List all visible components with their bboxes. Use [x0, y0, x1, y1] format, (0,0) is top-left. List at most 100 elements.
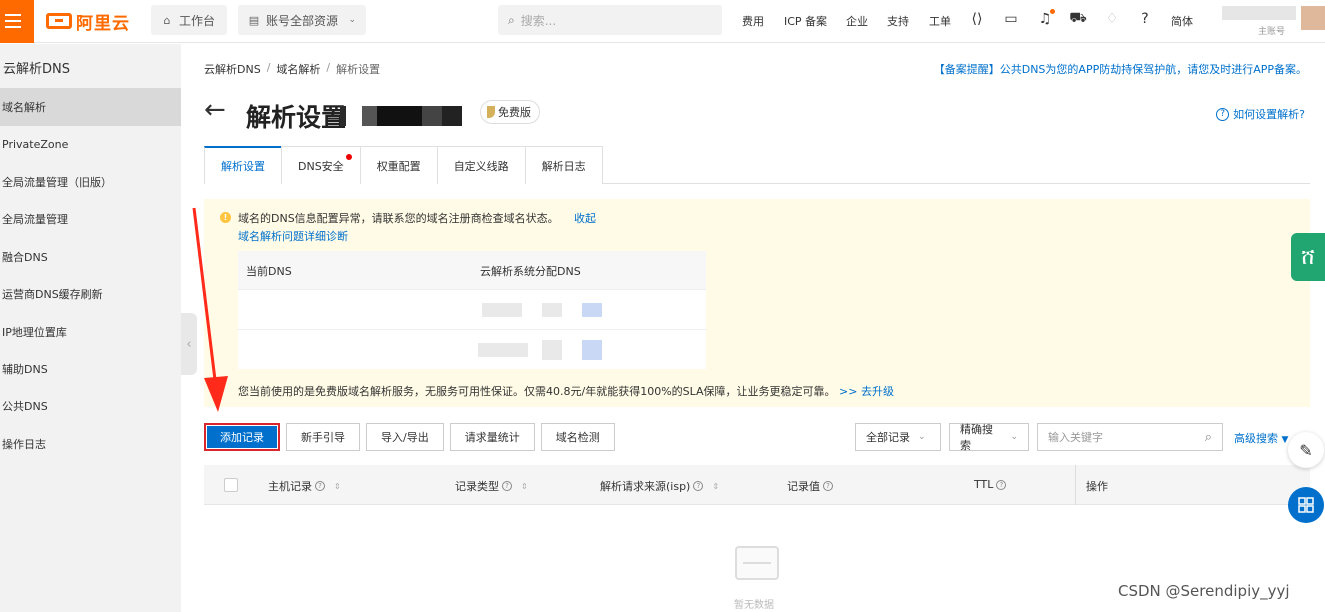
filing-notice-link[interactable]: 【备案提醒】公共DNS为您的APP防劫持保驾护航，请您及时进行APP备案。 — [934, 61, 1307, 77]
import-export-button[interactable]: 导入/导出 — [366, 423, 444, 451]
tab-weight-config[interactable]: 权重配置 — [359, 146, 438, 184]
link-enterprise[interactable]: 企业 — [846, 13, 868, 29]
question-circle-icon: ? — [1216, 107, 1230, 121]
language-switch[interactable]: 简体 — [1171, 13, 1193, 29]
column-current-dns: 当前DNS — [246, 265, 292, 278]
aliyun-logo[interactable]: 阿里云 — [46, 10, 130, 34]
domain-name-masked — [362, 106, 462, 126]
record-type-select[interactable]: 全部记录 ⌄ — [855, 423, 941, 451]
menu-icon[interactable] — [0, 0, 34, 43]
table-row — [238, 329, 706, 369]
diagnosis-link[interactable]: 域名解析问题详细诊断 — [238, 228, 348, 244]
apps-button[interactable] — [1288, 487, 1324, 523]
workbench-button[interactable]: ⌂ 工作台 — [151, 5, 227, 35]
collapse-link[interactable]: 收起 — [574, 210, 596, 226]
sidebar-item-operation-log[interactable]: 操作日志 — [0, 425, 181, 463]
breadcrumb: 云解析DNS / 域名解析 / 解析设置 — [204, 61, 381, 77]
column-record-type[interactable]: 记录类型? ⇕ — [455, 478, 528, 494]
sort-icon[interactable]: ⇕ — [334, 482, 341, 491]
link-ticket[interactable]: 工单 — [929, 13, 951, 29]
sidebar-item-public-dns[interactable]: 公共DNS — [0, 387, 181, 425]
sidebar-item-secondary-dns[interactable]: 辅助DNS — [0, 350, 181, 388]
table-header: 当前DNS 云解析系统分配DNS — [238, 251, 706, 289]
breadcrumb-current: 解析设置 — [336, 63, 381, 76]
sidebar-item-fusion-dns[interactable]: 融合DNS — [0, 238, 181, 276]
dns-warning-panel: ! 域名的DNS信息配置异常，请联系您的域名注册商检查域名状态。 收起 域名解析… — [204, 199, 1310, 407]
bell-icon[interactable]: ♫ — [1037, 9, 1055, 27]
help-icon[interactable]: ? — [1137, 11, 1153, 27]
cart-icon[interactable]: ⛟ — [1069, 10, 1087, 27]
upgrade-link[interactable]: >> 去升级 — [839, 385, 894, 398]
badge-icon — [487, 106, 495, 118]
notification-dot — [1050, 9, 1055, 14]
sidebar-item-gtm[interactable]: 全局流量管理 — [0, 200, 181, 238]
link-support[interactable]: 支持 — [887, 13, 909, 29]
advanced-search-link[interactable]: 高级搜索 ▼ — [1234, 430, 1288, 446]
annotation-arrow-icon — [192, 207, 228, 412]
global-search-input[interactable]: ⌕ 搜索... — [498, 5, 722, 35]
watermark: CSDN @Serendipiy_yyj — [1118, 582, 1290, 600]
request-stats-button[interactable]: 请求量统计 — [449, 423, 535, 451]
match-mode-select[interactable]: 精确搜索 ⌄ — [949, 423, 1029, 452]
tab-resolution-settings[interactable]: 解析设置 — [204, 146, 282, 184]
domain-name-masked — [340, 106, 346, 126]
feedback-button[interactable]: ✎ — [1288, 432, 1324, 468]
empty-inbox-icon — [735, 546, 779, 580]
sort-icon[interactable]: ⇕ — [521, 482, 528, 491]
assistant-icon: ሸ — [1301, 244, 1315, 270]
chevron-down-icon: ⌄ — [918, 432, 926, 442]
sidebar-item-privatezone[interactable]: PrivateZone — [0, 125, 181, 163]
how-to-setup-link[interactable]: ? 如何设置解析? — [1216, 106, 1305, 122]
column-actions: 操作 — [1086, 480, 1108, 493]
tab-bar: 解析设置 DNS安全 权重配置 自定义线路 解析日志 — [204, 146, 1310, 184]
select-all-checkbox[interactable] — [224, 478, 238, 492]
column-assigned-dns: 云解析系统分配DNS — [480, 265, 581, 278]
breadcrumb-item[interactable]: 域名解析 — [276, 61, 320, 77]
empty-state-text: 暂无数据 — [734, 600, 774, 611]
terminal-icon[interactable]: ▭ — [1003, 11, 1019, 27]
domain-check-button[interactable]: 域名检测 — [540, 423, 615, 451]
sidebar-item-cache-refresh[interactable]: 运营商DNS缓存刷新 — [0, 275, 181, 313]
question-circle-icon: ? — [693, 481, 704, 491]
avatar[interactable] — [1301, 6, 1325, 30]
sidebar-item-domain-resolution[interactable]: 域名解析 — [0, 88, 181, 126]
grid-icon — [1298, 497, 1314, 513]
home-icon: ⌂ — [163, 13, 171, 27]
tab-custom-lines[interactable]: 自定义线路 — [436, 146, 526, 184]
add-record-button[interactable]: 添加记录 — [204, 423, 280, 451]
keyword-search-input[interactable]: 输入关键字 ⌕ — [1037, 423, 1223, 451]
chevron-down-icon: ⌄ — [348, 15, 356, 25]
records-table-header: 主机记录? ⇕ 记录类型? ⇕ 解析请求来源(isp)? ⇕ 记录值? TTL? 操作 — [204, 465, 1310, 505]
question-circle-icon: ? — [996, 479, 1007, 490]
sidebar-item-ip-geo[interactable]: IP地理位置库 — [0, 313, 181, 351]
search-icon: ⌕ — [1204, 429, 1212, 445]
logo-icon — [46, 13, 72, 29]
assistant-widget[interactable]: ሸ — [1291, 233, 1325, 281]
account-name-masked[interactable] — [1222, 6, 1296, 20]
lightbulb-icon[interactable]: ♢ — [1104, 11, 1120, 27]
question-circle-icon: ? — [502, 481, 512, 491]
account-type: 主账号 — [1258, 27, 1286, 37]
column-isp[interactable]: 解析请求来源(isp)? ⇕ — [600, 478, 719, 494]
resource-selector[interactable]: ▤ 账号全部资源 ⌄ — [238, 5, 366, 35]
back-arrow-icon[interactable]: ← — [204, 96, 226, 124]
upgrade-message: 您当前使用的是免费版域名解析服务，无服务可用性保证。仅需40.8元/年就能获得1… — [238, 385, 894, 398]
table-row — [238, 289, 706, 329]
sidebar-item-gtm-legacy[interactable]: 全局流量管理（旧版） — [0, 163, 181, 201]
question-circle-icon: ? — [823, 481, 833, 491]
column-record-value: 记录值? — [787, 478, 833, 494]
link-billing[interactable]: 费用 — [742, 13, 764, 29]
chevron-down-icon: ⌄ — [1010, 432, 1018, 442]
grid-icon: ▤ — [248, 13, 260, 27]
column-host[interactable]: 主机记录? ⇕ — [268, 478, 341, 494]
link-icp[interactable]: ICP 备案 — [784, 13, 827, 29]
breadcrumb-item[interactable]: 云解析DNS — [204, 61, 261, 77]
main-content: 云解析DNS / 域名解析 / 解析设置 【备案提醒】公共DNS为您的APP防劫… — [182, 44, 1325, 612]
tab-dns-security[interactable]: DNS安全 — [281, 146, 361, 184]
question-circle-icon: ? — [315, 481, 325, 491]
code-icon[interactable]: ⟨⟩ — [969, 11, 985, 27]
sort-icon[interactable]: ⇕ — [712, 482, 719, 491]
tab-resolution-log[interactable]: 解析日志 — [524, 146, 603, 184]
alert-dot — [345, 154, 352, 160]
beginner-guide-button[interactable]: 新手引导 — [286, 423, 360, 451]
